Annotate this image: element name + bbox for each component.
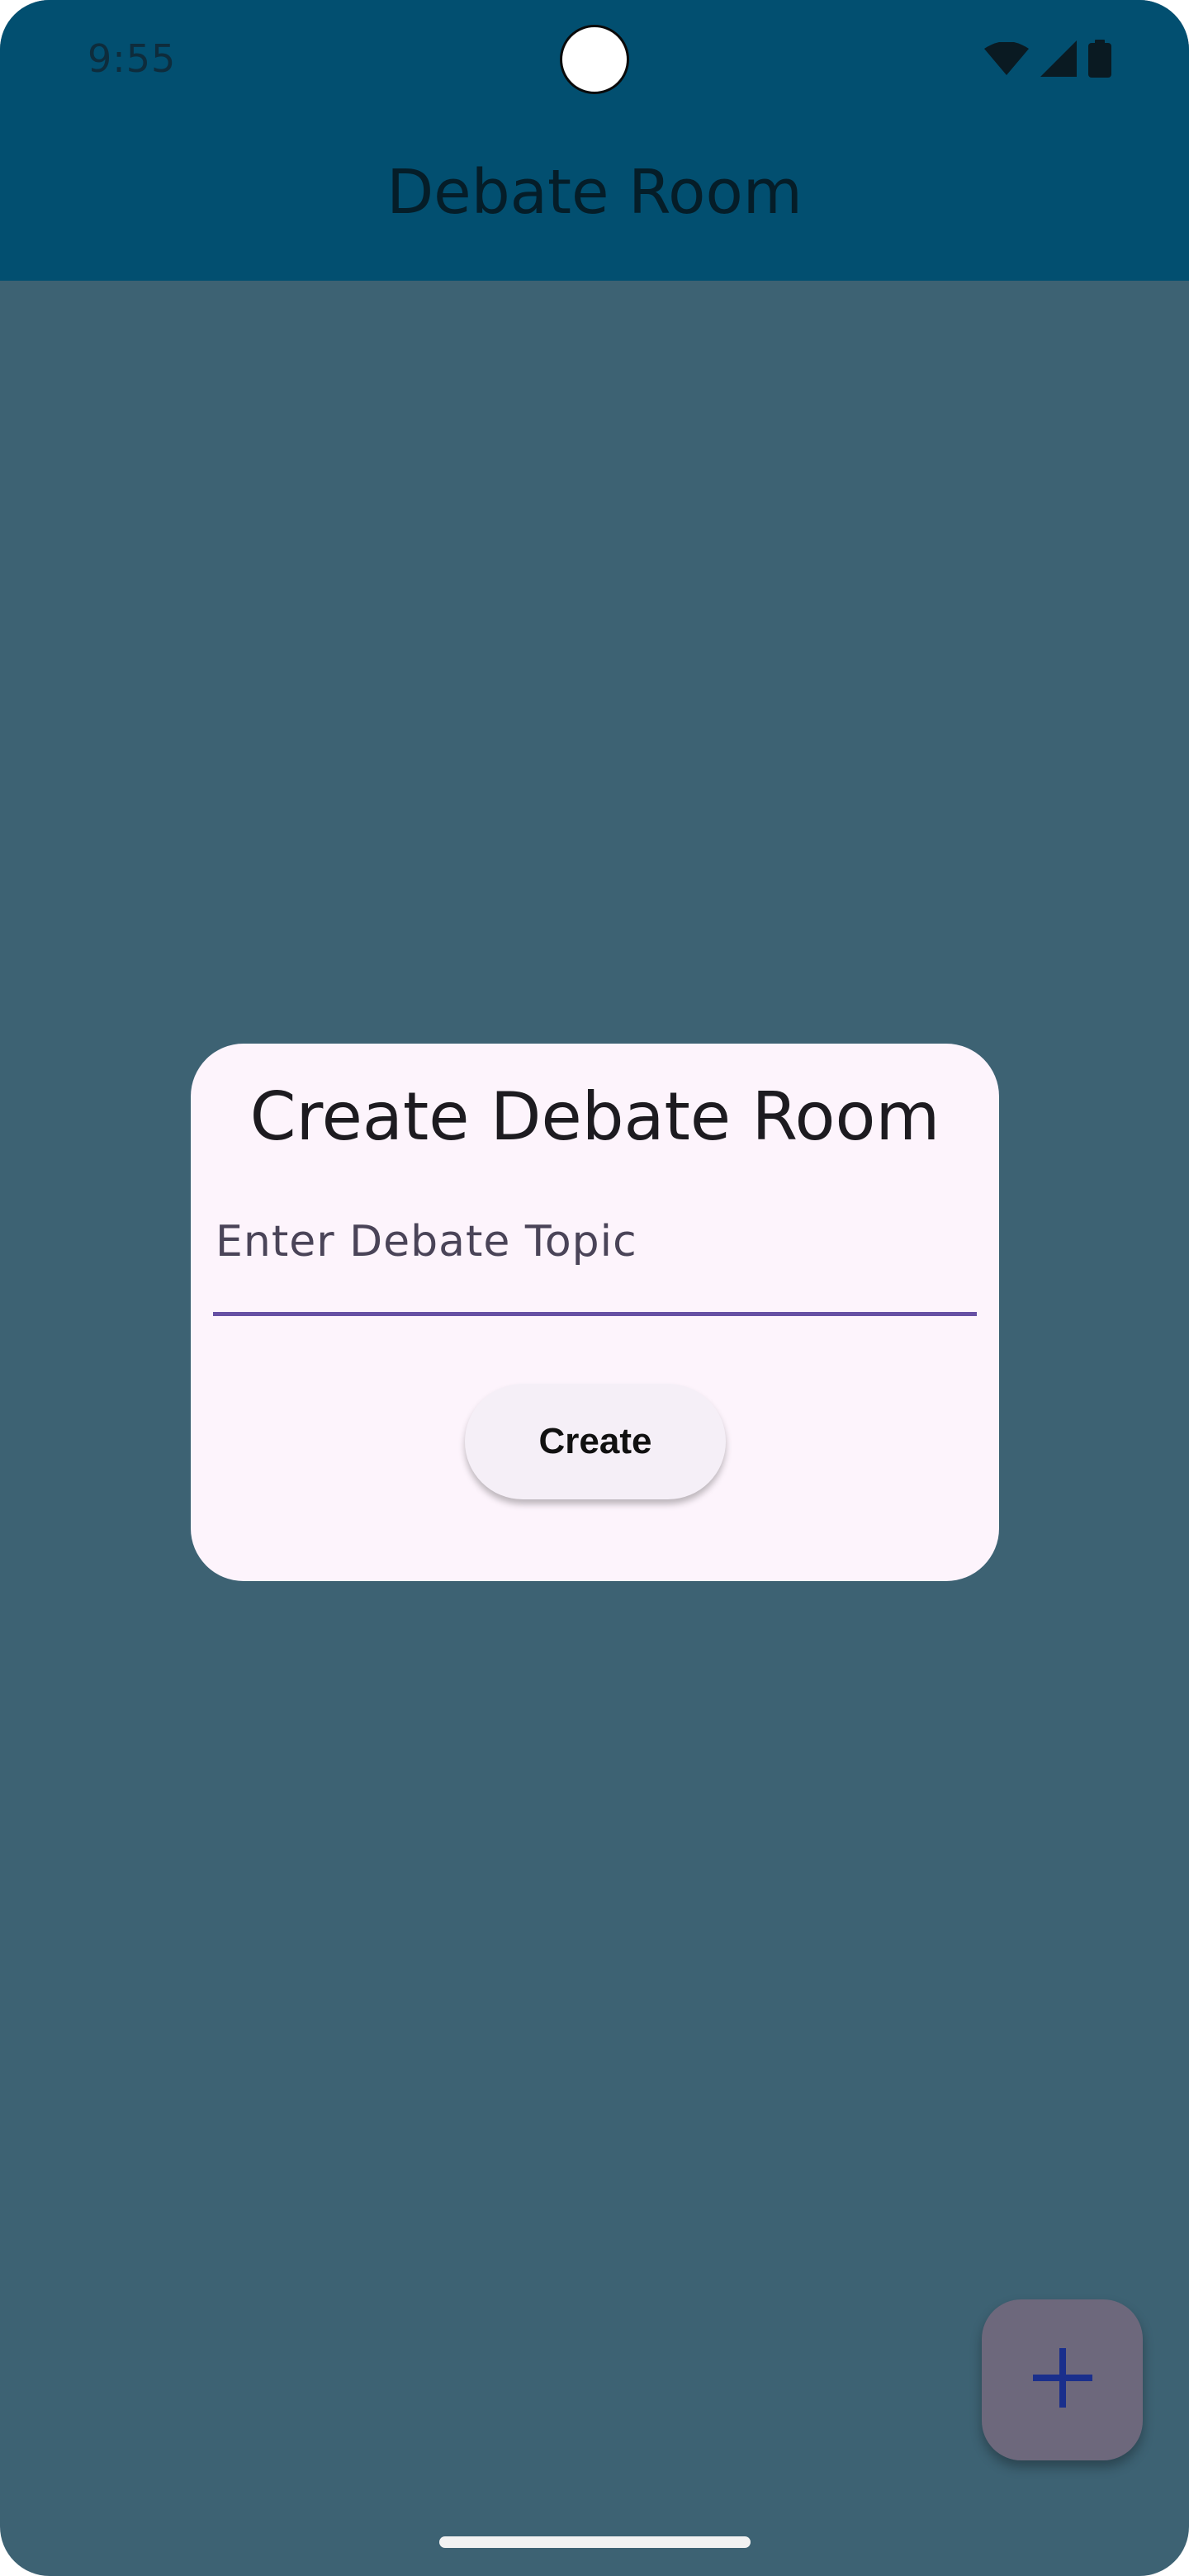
battery-icon — [1088, 40, 1111, 82]
camera-cutout — [560, 25, 629, 94]
gesture-navigation-handle[interactable] — [439, 2536, 751, 2548]
screen: 9:55 Debate Room Create Debate Room Ente… — [0, 0, 1189, 2576]
wifi-icon — [984, 41, 1029, 79]
app-bar: 9:55 Debate Room — [0, 0, 1189, 281]
debate-topic-input[interactable]: Enter Debate Topic — [213, 1217, 977, 1316]
app-title: Debate Room — [386, 157, 803, 228]
status-time: 9:55 — [88, 36, 177, 81]
plus-icon — [1030, 2345, 1096, 2415]
status-bar: 9:55 — [0, 0, 1189, 120]
debate-topic-placeholder: Enter Debate Topic — [216, 1217, 637, 1267]
status-icons — [984, 40, 1111, 82]
cellular-signal-icon — [1040, 40, 1077, 81]
dialog-title: Create Debate Room — [249, 1078, 940, 1155]
add-room-fab[interactable] — [982, 2299, 1143, 2460]
create-button[interactable]: Create — [465, 1384, 726, 1499]
create-debate-room-dialog: Create Debate Room Enter Debate Topic Cr… — [191, 1044, 999, 1581]
